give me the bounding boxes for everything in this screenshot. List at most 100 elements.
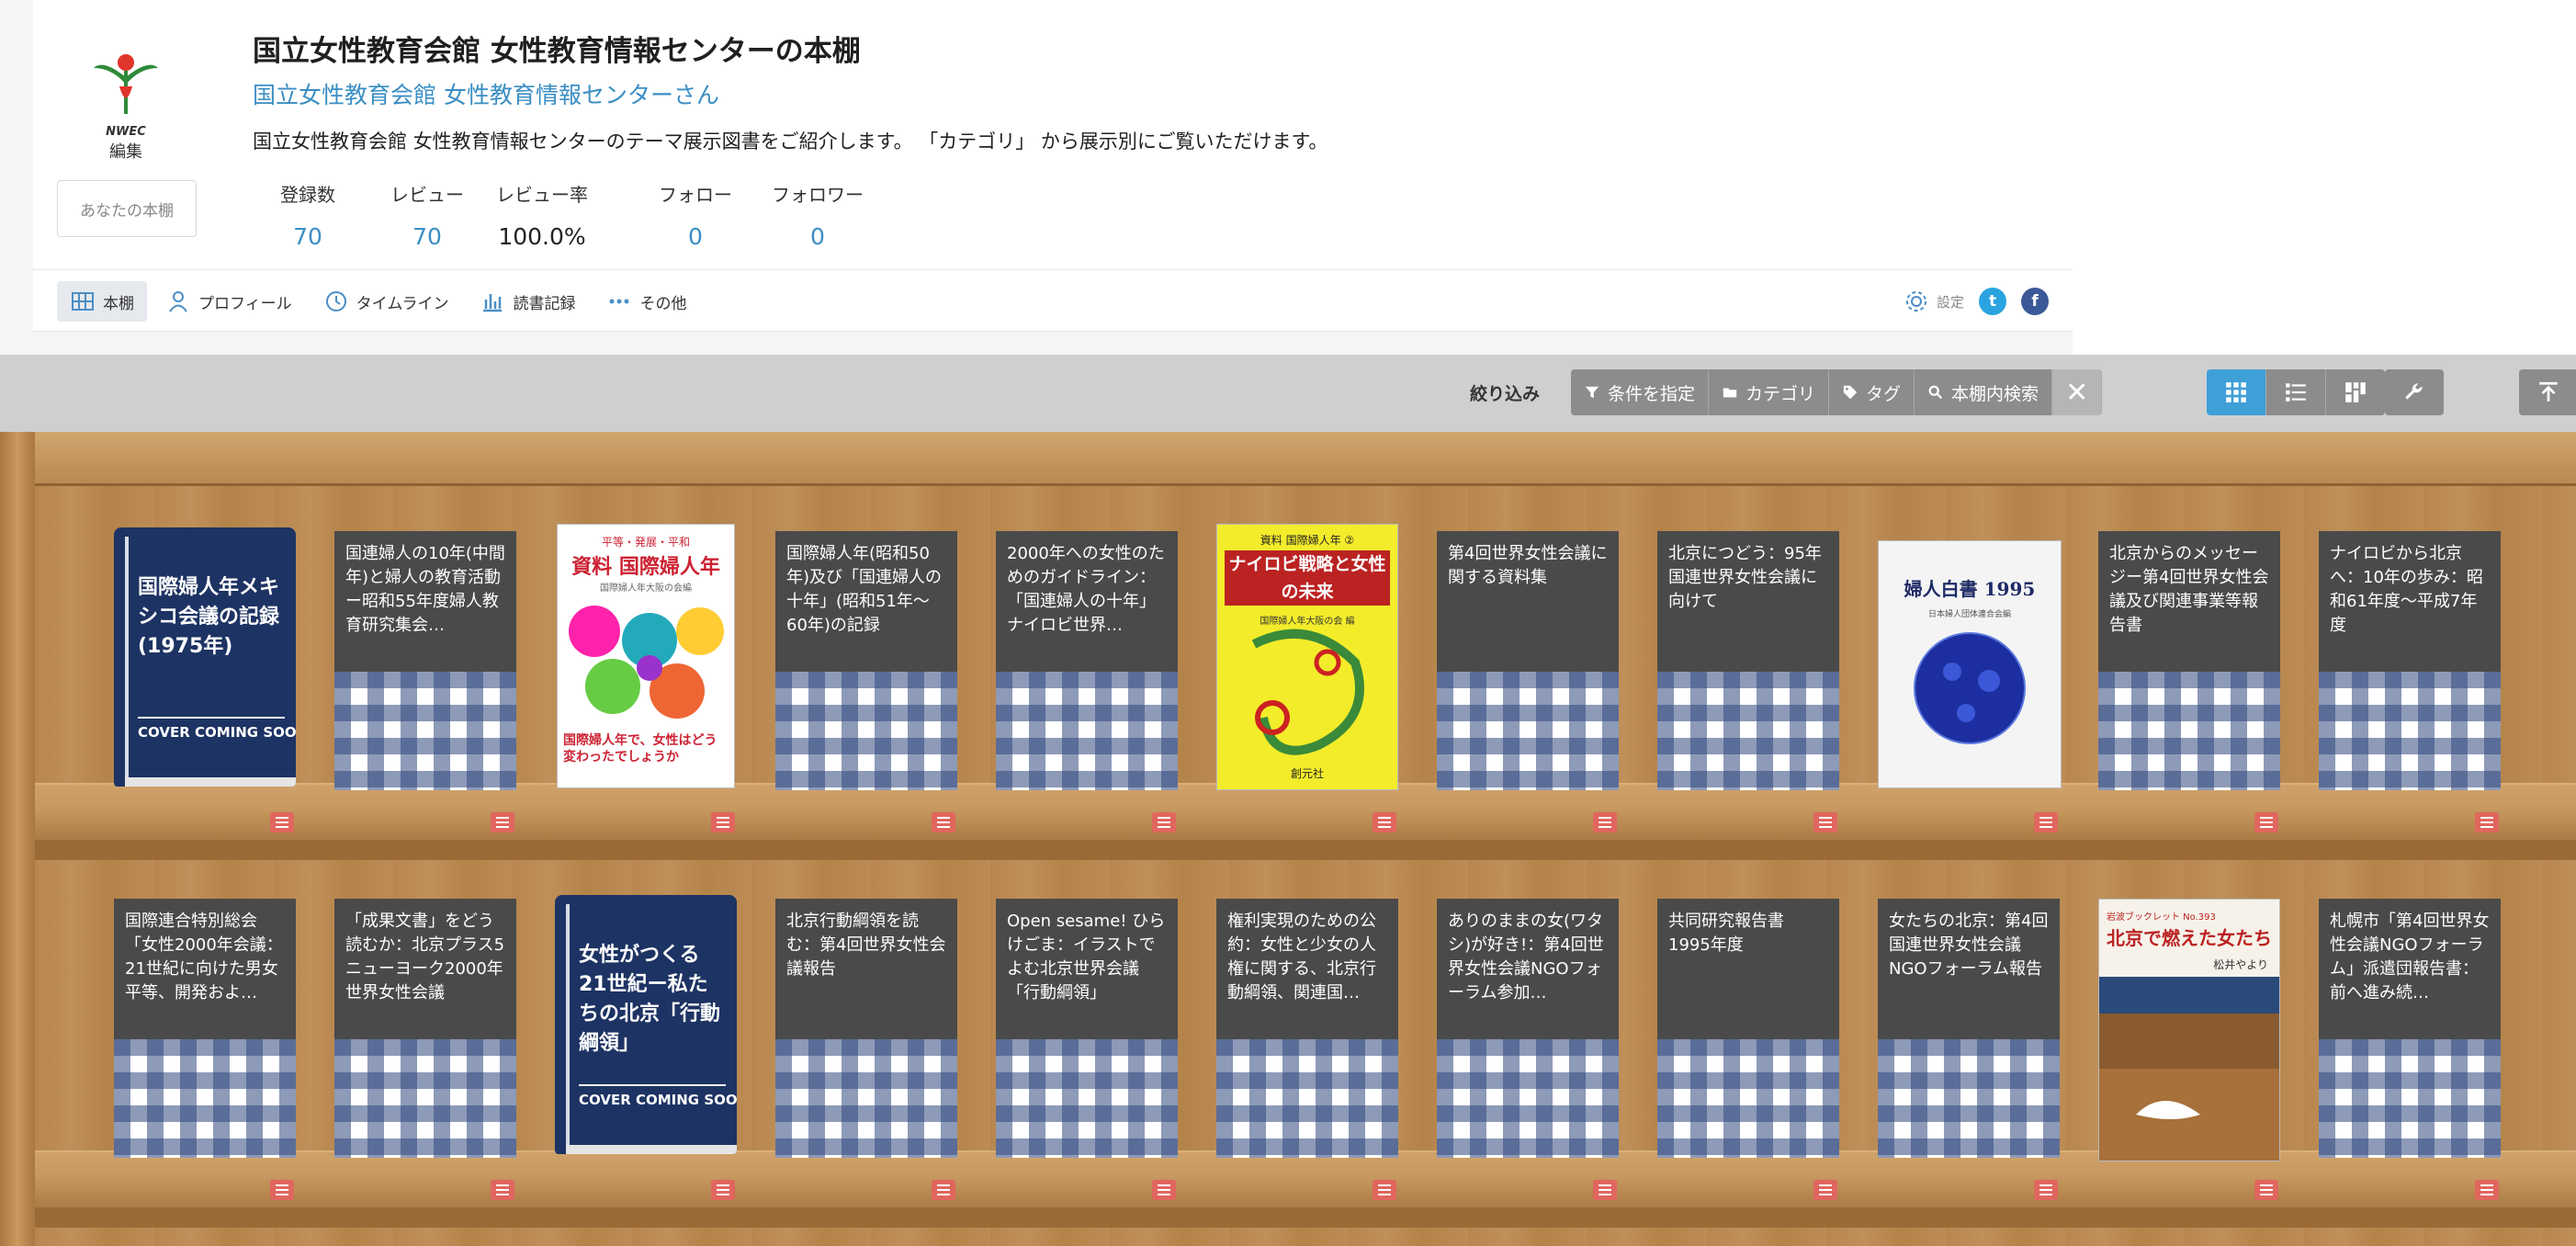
review-memo-icon[interactable]: [711, 1180, 735, 1200]
book-cover[interactable]: 北京につどう：95年国連世界女性会議に向けて: [1657, 531, 1839, 790]
cover-pattern: [334, 1039, 516, 1158]
stat-value[interactable]: 70: [262, 223, 354, 250]
review-memo-icon[interactable]: [491, 1180, 514, 1200]
book-cover[interactable]: 国際婦人年メキシコ会議の記録 (1975年) COVER COMING SOON: [114, 527, 296, 787]
review-memo-icon[interactable]: [270, 1180, 294, 1200]
account-logo[interactable]: NWEC 編集: [57, 40, 195, 178]
book-cover[interactable]: 共同研究報告書 1995年度: [1657, 899, 1839, 1158]
cover-top-text: 平等・発展・平和: [601, 536, 690, 549]
review-memo-icon[interactable]: [2254, 1180, 2278, 1200]
review-memo-icon[interactable]: [270, 812, 294, 833]
cover-pattern: [996, 1039, 1178, 1158]
review-memo-icon[interactable]: [932, 812, 955, 833]
more-dots-icon: [609, 299, 629, 304]
stat-follow[interactable]: フォロー 0: [650, 180, 741, 250]
review-memo-icon[interactable]: [2475, 1180, 2499, 1200]
review-memo-icon[interactable]: [2034, 812, 2058, 833]
cover-pattern: [2319, 672, 2501, 790]
review-memo-icon[interactable]: [1152, 1180, 1176, 1200]
nav-bookshelf[interactable]: 本棚: [57, 281, 147, 322]
stat-label: 登録数: [280, 184, 335, 206]
stat-reviews[interactable]: レビュー 70: [381, 180, 473, 250]
nav-reading-log[interactable]: 読書記録: [467, 281, 588, 322]
edit-tools-button[interactable]: [2385, 369, 2444, 415]
book-cover[interactable]: 婦人白書 1995 日本婦人団体連合会編: [1878, 540, 2062, 788]
review-memo-icon[interactable]: [1813, 1180, 1837, 1200]
nav-profile[interactable]: プロフィール: [153, 281, 305, 322]
cover-main-text: 婦人白書 1995: [1904, 578, 2036, 600]
facebook-share-icon[interactable]: f: [2021, 288, 2050, 315]
review-memo-icon[interactable]: [1373, 1180, 1396, 1200]
nav-timeline[interactable]: タイムライン: [311, 281, 462, 322]
book-cover[interactable]: 資料 国際婦人年 ② ナイロビ戦略と女性の未来 国際婦人年大阪の会 編 創元社: [1216, 524, 1398, 790]
book-cover[interactable]: 国連婦人の10年(中間年)と婦人の教育活動ー昭和55年度婦人教育研究集会…: [334, 531, 516, 790]
review-memo-icon[interactable]: [491, 812, 514, 833]
review-memo-icon[interactable]: [2475, 812, 2499, 833]
book-cover[interactable]: 岩波ブックレット No.393 北京で燃えた女たち 松井やより: [2098, 899, 2280, 1161]
twitter-share-icon[interactable]: t: [1979, 288, 2007, 315]
cover-pages: [125, 777, 296, 787]
my-shelf-button[interactable]: あなたの本棚: [57, 180, 197, 237]
cover-pattern: [996, 672, 1178, 790]
book-cover[interactable]: 国際連合特別総会「女性2000年会議：21世紀に向けた男女平等、開発およ…: [114, 899, 296, 1158]
book-cover[interactable]: 国際婦人年(昭和50年)及び「国連婦人の十年」(昭和51年〜60年)の記録: [775, 531, 957, 790]
book-cover[interactable]: 「成果文書」をどう読むか：北京プラス5ニューヨーク2000年世界女性会議: [334, 899, 516, 1158]
book-cover[interactable]: 北京行動綱領を読む：第4回世界女性会議報告: [775, 899, 957, 1158]
owner-link[interactable]: 国立女性教育会館 女性教育情報センターさん: [253, 77, 719, 110]
book-cover[interactable]: 女たちの北京：第4回国連世界女性会議NGOフォーラム報告: [1878, 899, 2060, 1158]
list-view-button[interactable]: [2266, 369, 2326, 415]
edit-link[interactable]: 編集: [109, 139, 142, 163]
book-cover[interactable]: 2000年への女性のためのガイドライン：「国連婦人の十年」ナイロビ世界…: [996, 531, 1178, 790]
wrench-icon: [2405, 383, 2423, 400]
book-cover[interactable]: ナイロビから北京へ：10年の歩み：昭和61年度〜平成7年度: [2319, 531, 2501, 790]
tag-label: タグ: [1866, 383, 1902, 404]
scroll-top-button[interactable]: [2519, 369, 2576, 415]
review-memo-icon[interactable]: [1593, 812, 1617, 833]
book-title: 国連婦人の10年(中間年)と婦人の教育活動ー昭和55年度婦人教育研究集会…: [345, 544, 505, 635]
book-cover[interactable]: Open sesame! ひらけごま：イラストでよむ北京世界会議「行動綱領」: [996, 899, 1178, 1158]
book-title: Open sesame! ひらけごま：イラストでよむ北京世界会議「行動綱領」: [1007, 912, 1166, 1002]
book-cover[interactable]: 札幌市「第4回世界女性会議NGOフォーラム」派遣団報告書：前へ進み続…: [2319, 899, 2501, 1158]
stat-value[interactable]: 0: [650, 223, 741, 250]
cover-sub-text: 国際婦人年大阪の会 編: [1260, 617, 1355, 627]
review-memo-icon[interactable]: [2034, 1180, 2058, 1200]
review-memo-icon[interactable]: [711, 812, 735, 833]
cover-rule: [579, 1084, 726, 1086]
stat-value[interactable]: 70: [381, 223, 473, 250]
clear-filter-button[interactable]: ✕: [2052, 369, 2103, 415]
book-cover[interactable]: 女性がつくる 21世紀ー私たちの北京「行動綱領」 COVER COMING SO…: [555, 895, 737, 1154]
folder-icon: [1723, 388, 1737, 398]
book-title: 「成果文書」をどう読むか：北京プラス5ニューヨーク2000年世界女性会議: [345, 912, 505, 1002]
nav-label: 読書記録: [513, 294, 576, 313]
review-memo-icon[interactable]: [1813, 812, 1837, 833]
book-cover[interactable]: 第4回世界女性会議に関する資料集: [1437, 531, 1619, 790]
shelf-ledge-edge: [35, 840, 2576, 860]
settings-link[interactable]: 設定: [1904, 289, 1964, 314]
cover-sub-text: 日本婦人団体連合会編: [1927, 610, 2011, 619]
book-cover[interactable]: ありのままの女(ワタシ)が好き!：第4回世界女性会議NGOフォーラム参加…: [1437, 899, 1619, 1158]
book-title: 国際婦人年メキシコ会議の記録 (1975年): [138, 576, 280, 658]
book-cover[interactable]: 権利実現のための公約：女性と少女の人権に関する、北京行動綱領、関連国…: [1216, 899, 1398, 1158]
review-memo-icon[interactable]: [1593, 1180, 1617, 1200]
review-memo-icon[interactable]: [2254, 812, 2278, 833]
review-memo-icon[interactable]: [932, 1180, 955, 1200]
review-memo-icon[interactable]: [1152, 812, 1176, 833]
cover-coming-soon: COVER COMING SOON: [138, 724, 296, 741]
masonry-icon: [2345, 382, 2366, 402]
grid-view-button[interactable]: [2207, 369, 2266, 415]
category-button[interactable]: カテゴリ: [1709, 369, 1830, 415]
book-cover[interactable]: 北京からのメッセージー第4回世界女性会議及び関連事業等報告書: [2098, 531, 2280, 790]
stat-value[interactable]: 0: [763, 223, 873, 250]
book-cover[interactable]: 平等・発展・平和 資料 国際婦人年 国際婦人年大阪の会編 国際婦人年で、女性はど…: [557, 524, 735, 788]
clock-icon: [325, 291, 346, 312]
shelf-description: 国立女性教育会館 女性教育情報センターのテーマ展示図書をご紹介します。 「カテゴ…: [253, 130, 1328, 153]
masonry-view-button[interactable]: [2326, 369, 2385, 415]
stat-followers[interactable]: フォロワー 0: [763, 180, 873, 250]
search-icon: [1928, 385, 1943, 400]
condition-button[interactable]: 条件を指定: [1571, 369, 1710, 415]
nav-more[interactable]: その他: [593, 281, 699, 322]
stat-registered[interactable]: 登録数 70: [262, 180, 354, 250]
shelf-search-button[interactable]: 本棚内検索: [1915, 369, 2053, 415]
tag-button[interactable]: タグ: [1829, 369, 1915, 415]
review-memo-icon[interactable]: [1373, 812, 1396, 833]
